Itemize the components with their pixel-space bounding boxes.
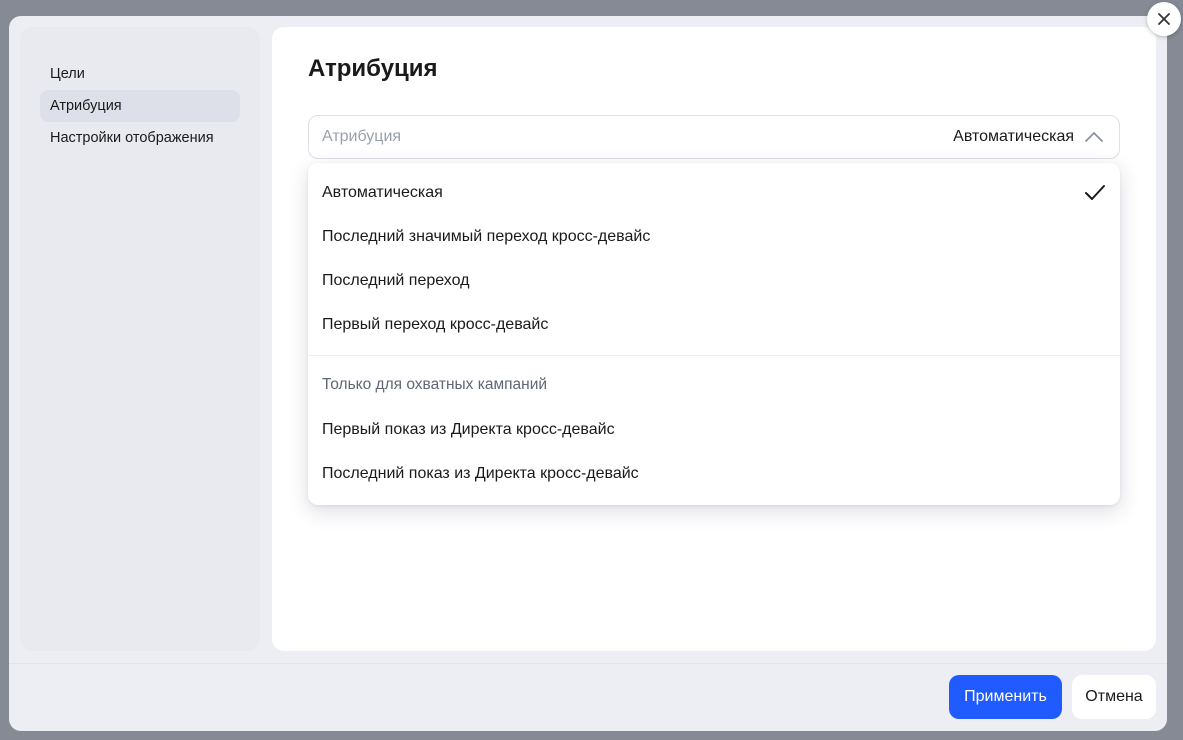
- option-label: Последний показ из Директа кросс-девайс: [322, 465, 639, 482]
- sidebar-item-label: Настройки отображения: [50, 130, 214, 146]
- option-label: Автоматическая: [322, 184, 443, 201]
- select-label: Атрибуция: [322, 128, 402, 145]
- option-label: Последний переход: [322, 272, 470, 289]
- option-label: Последний значимый переход кросс-девайс: [322, 228, 651, 245]
- dropdown-divider: [308, 355, 1120, 356]
- checkmark-icon: [1085, 185, 1105, 200]
- sidebar-item-display-settings[interactable]: Настройки отображения: [40, 122, 240, 154]
- page-title: Атрибуция: [308, 55, 438, 82]
- sidebar-item-attribution[interactable]: Атрибуция: [40, 90, 240, 122]
- cancel-button[interactable]: Отмена: [1072, 675, 1156, 719]
- section-header-reach-campaigns: Только для охватных кампаний: [322, 376, 548, 393]
- option-first-click-cross-device[interactable]: Первый переход кросс-девайс: [308, 303, 1120, 347]
- sidebar: Цели Атрибуция Настройки отображения: [20, 27, 260, 651]
- sidebar-item-goals[interactable]: Цели: [40, 58, 240, 90]
- modal-dialog: Цели Атрибуция Настройки отображения Атр…: [9, 16, 1167, 731]
- attribution-dropdown: Автоматическая Последний значимый перехо…: [308, 163, 1120, 505]
- chevron-up-icon: [1085, 132, 1103, 142]
- close-button[interactable]: [1147, 2, 1181, 36]
- sidebar-item-label: Цели: [50, 66, 85, 82]
- footer-divider: [9, 663, 1167, 664]
- select-value: Автоматическая: [953, 128, 1074, 145]
- option-last-impression-direct-cross-device[interactable]: Последний показ из Директа кросс-девайс: [308, 452, 1120, 496]
- close-icon: [1158, 13, 1170, 25]
- option-label: Первый переход кросс-девайс: [322, 316, 549, 333]
- main-content: Атрибуция Атрибуция Автоматическая Автом…: [272, 27, 1156, 651]
- option-automatic[interactable]: Автоматическая: [308, 171, 1120, 215]
- option-last-significant-cross-device[interactable]: Последний значимый переход кросс-девайс: [308, 215, 1120, 259]
- apply-button[interactable]: Применить: [949, 675, 1062, 719]
- option-label: Первый показ из Директа кросс-девайс: [322, 421, 615, 438]
- option-last-click[interactable]: Последний переход: [308, 259, 1120, 303]
- attribution-select[interactable]: Атрибуция Автоматическая: [308, 115, 1120, 159]
- sidebar-item-label: Атрибуция: [50, 98, 122, 114]
- option-first-impression-direct-cross-device[interactable]: Первый показ из Директа кросс-девайс: [308, 408, 1120, 452]
